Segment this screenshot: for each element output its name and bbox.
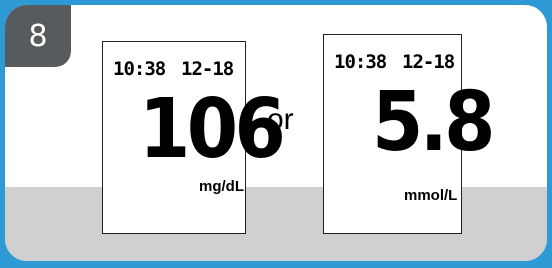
card-lower-band: [5, 187, 547, 261]
unit-label: mmol/L: [404, 187, 458, 204]
step-number: 8: [28, 18, 48, 54]
display-date: 12-18: [402, 51, 455, 73]
or-separator: or: [267, 103, 294, 136]
instruction-card: 8 10:38 12-18 106 mg/dL or 10:38 12-18 5…: [5, 5, 547, 261]
display-time: 10:38: [334, 51, 387, 73]
display-time: 10:38: [113, 58, 166, 80]
meter-display-mgdl: 10:38 12-18 106 mg/dL: [102, 41, 286, 234]
glucose-reading: 106: [139, 82, 286, 177]
display-date: 12-18: [181, 58, 234, 80]
unit-label: mg/dL: [199, 178, 244, 195]
illustration: 8 10:38 12-18 106 mg/dL or 10:38 12-18 5…: [0, 0, 552, 268]
step-badge: 8: [5, 5, 71, 67]
meter-display-mmoll: 10:38 12-18 5.8 mmol/L: [323, 34, 496, 234]
glucose-reading: 5.8: [372, 75, 496, 170]
